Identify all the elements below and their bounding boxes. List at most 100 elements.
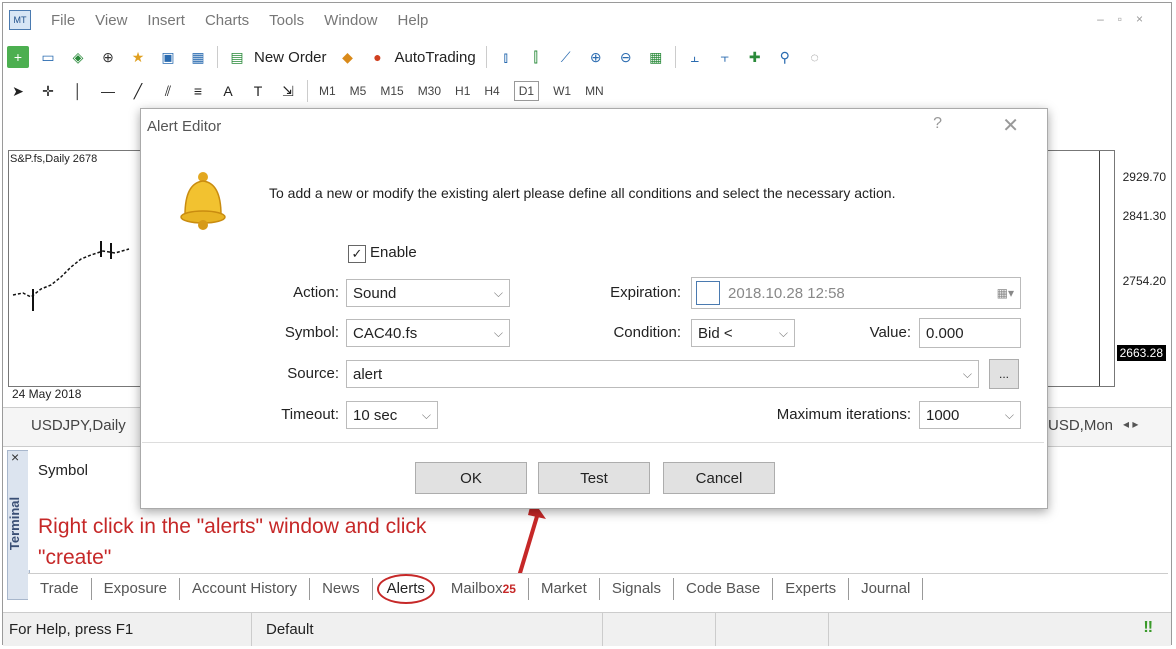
toolbar-separator (485, 46, 487, 68)
price-label: 2841.30 (1122, 209, 1166, 223)
search-icon[interactable]: ⚲ (774, 46, 796, 68)
metaeditor-icon[interactable]: ◆ (337, 46, 359, 68)
tab-market[interactable]: Market (529, 578, 600, 600)
menu-file[interactable]: File (51, 12, 75, 29)
terminal-close-icon[interactable]: × (11, 449, 19, 465)
navigator-icon[interactable]: ★ (127, 46, 149, 68)
text-icon[interactable]: A (217, 80, 239, 102)
bar-chart-icon[interactable]: ⫾ (495, 46, 517, 68)
market-watch-icon[interactable]: ◈ (67, 46, 89, 68)
calendar-icon[interactable]: ▦▾ (997, 286, 1014, 300)
autoscroll-icon[interactable]: ⫟ (714, 46, 736, 68)
tab-signals[interactable]: Signals (600, 578, 675, 600)
tab-journal[interactable]: Journal (849, 578, 924, 600)
toolbar-separator (674, 46, 676, 68)
timeframe-h1[interactable]: H1 (455, 84, 470, 98)
timeframe-mn[interactable]: MN (585, 84, 604, 98)
timeframe-h4[interactable]: H4 (484, 84, 499, 98)
chevron-down-icon: ⌵ (962, 366, 972, 381)
enable-checkbox[interactable]: ✓ (348, 245, 366, 263)
value-input[interactable]: 0.000 (919, 318, 1021, 348)
chart-tab-usdjpy[interactable]: USDJPY,Daily (31, 417, 126, 434)
menu-bar: MT File View Insert Charts Tools Window … (3, 3, 1171, 37)
source-label: Source: (287, 365, 339, 382)
channel-icon[interactable]: ⫽ (157, 80, 179, 102)
status-profile: Default (252, 613, 603, 646)
menu-window[interactable]: Window (324, 12, 377, 29)
tab-code-base[interactable]: Code Base (674, 578, 774, 600)
menu-insert[interactable]: Insert (147, 12, 185, 29)
tab-alerts[interactable]: Alerts (376, 574, 435, 604)
timeframe-w1[interactable]: W1 (553, 84, 571, 98)
menu-charts[interactable]: Charts (205, 12, 249, 29)
line-chart-icon[interactable]: ⟋ (555, 46, 577, 68)
timeframe-m1[interactable]: M1 (319, 84, 336, 98)
zoom-in-icon[interactable]: ⊕ (585, 46, 607, 68)
new-order-button[interactable]: New Order (254, 49, 327, 66)
crosshair-tool-icon[interactable]: ✛ (37, 80, 59, 102)
autotrading-button[interactable]: AutoTrading (395, 49, 476, 66)
timeframe-m30[interactable]: M30 (418, 84, 441, 98)
tab-scroll-arrows[interactable]: ◂ ▸ (1123, 417, 1138, 431)
timeframe-d1[interactable]: D1 (513, 81, 540, 101)
terminal-icon[interactable]: ▣ (157, 46, 179, 68)
symbol-label: Symbol: (284, 324, 339, 341)
autotrading-icon[interactable]: ● (367, 46, 389, 68)
ok-button[interactable]: OK (415, 462, 527, 494)
condition-select[interactable]: Bid < ⌵ (691, 319, 795, 347)
symbol-value: CAC40.fs (353, 324, 418, 342)
action-value: Sound (353, 284, 397, 302)
chart-tab-usd[interactable]: USD,Mon (1048, 417, 1113, 434)
tab-account-history[interactable]: Account History (180, 578, 311, 600)
fibonacci-icon[interactable]: ≡ (187, 80, 209, 102)
timeout-label: Timeout: (281, 406, 339, 423)
strategy-tester-icon[interactable]: ▦ (187, 46, 209, 68)
max-iterations-select[interactable]: 1000 ⌵ (919, 401, 1021, 429)
timeout-select[interactable]: 10 sec ⌵ (346, 401, 438, 429)
tile-windows-icon[interactable]: ▦ (645, 46, 667, 68)
cancel-button[interactable]: Cancel (663, 462, 775, 494)
expiration-field[interactable]: 2018.10.28 12:58 ▦▾ (691, 277, 1021, 309)
tab-experts[interactable]: Experts (773, 578, 850, 600)
symbol-select[interactable]: CAC40.fs ⌵ (346, 319, 510, 347)
chat-icon[interactable]: ◌ (804, 46, 826, 68)
text-label-icon[interactable]: T (247, 80, 269, 102)
chart-shift-icon[interactable]: ⫠ (684, 46, 706, 68)
crosshair-icon[interactable]: ⊕ (97, 46, 119, 68)
new-order-icon[interactable]: ▤ (226, 46, 248, 68)
trendline-icon[interactable]: ╱ (127, 80, 149, 102)
new-chart-icon[interactable]: + (7, 46, 29, 68)
source-value: alert (353, 365, 383, 383)
column-header-symbol[interactable]: Symbol (38, 462, 88, 479)
browse-button[interactable]: ... (989, 359, 1019, 389)
candlestick-icon[interactable]: ⫿ (525, 46, 547, 68)
menu-tools[interactable]: Tools (269, 12, 304, 29)
dialog-message: To add a new or modify the existing aler… (269, 185, 896, 201)
help-button[interactable]: ? (933, 115, 942, 133)
timeframe-m5[interactable]: M5 (350, 84, 367, 98)
test-button[interactable]: Test (538, 462, 650, 494)
source-select[interactable]: alert ⌵ (346, 360, 979, 388)
tab-trade[interactable]: Trade (28, 578, 92, 600)
tab-mailbox[interactable]: Mailbox25 (439, 578, 529, 600)
expiration-value: 2018.10.28 12:58 (728, 284, 845, 302)
indicators-icon[interactable]: ✚ (744, 46, 766, 68)
expiration-checkbox[interactable] (696, 281, 720, 305)
terminal-sidebar: × Terminal (7, 449, 30, 600)
vertical-line-icon[interactable]: │ (67, 80, 89, 102)
cursor-icon[interactable]: ➤ (7, 80, 29, 102)
zoom-out-icon[interactable]: ⊖ (615, 46, 637, 68)
close-button[interactable]: ✕ (1002, 113, 1019, 138)
profiles-icon[interactable]: ▭ (37, 46, 59, 68)
timeframe-m15[interactable]: M15 (380, 84, 403, 98)
tab-exposure[interactable]: Exposure (92, 578, 181, 600)
menu-help[interactable]: Help (398, 12, 429, 29)
arrows-icon[interactable]: ⇲ (277, 80, 299, 102)
action-select[interactable]: Sound ⌵ (346, 279, 510, 307)
menu-view[interactable]: View (95, 12, 127, 29)
value-label: Value: (869, 324, 911, 341)
terminal-tabs: Trade Exposure Account History News Aler… (28, 573, 1168, 604)
horizontal-line-icon[interactable]: — (97, 80, 119, 102)
tab-news[interactable]: News (310, 578, 373, 600)
window-controls[interactable]: –▫× (1097, 12, 1157, 26)
